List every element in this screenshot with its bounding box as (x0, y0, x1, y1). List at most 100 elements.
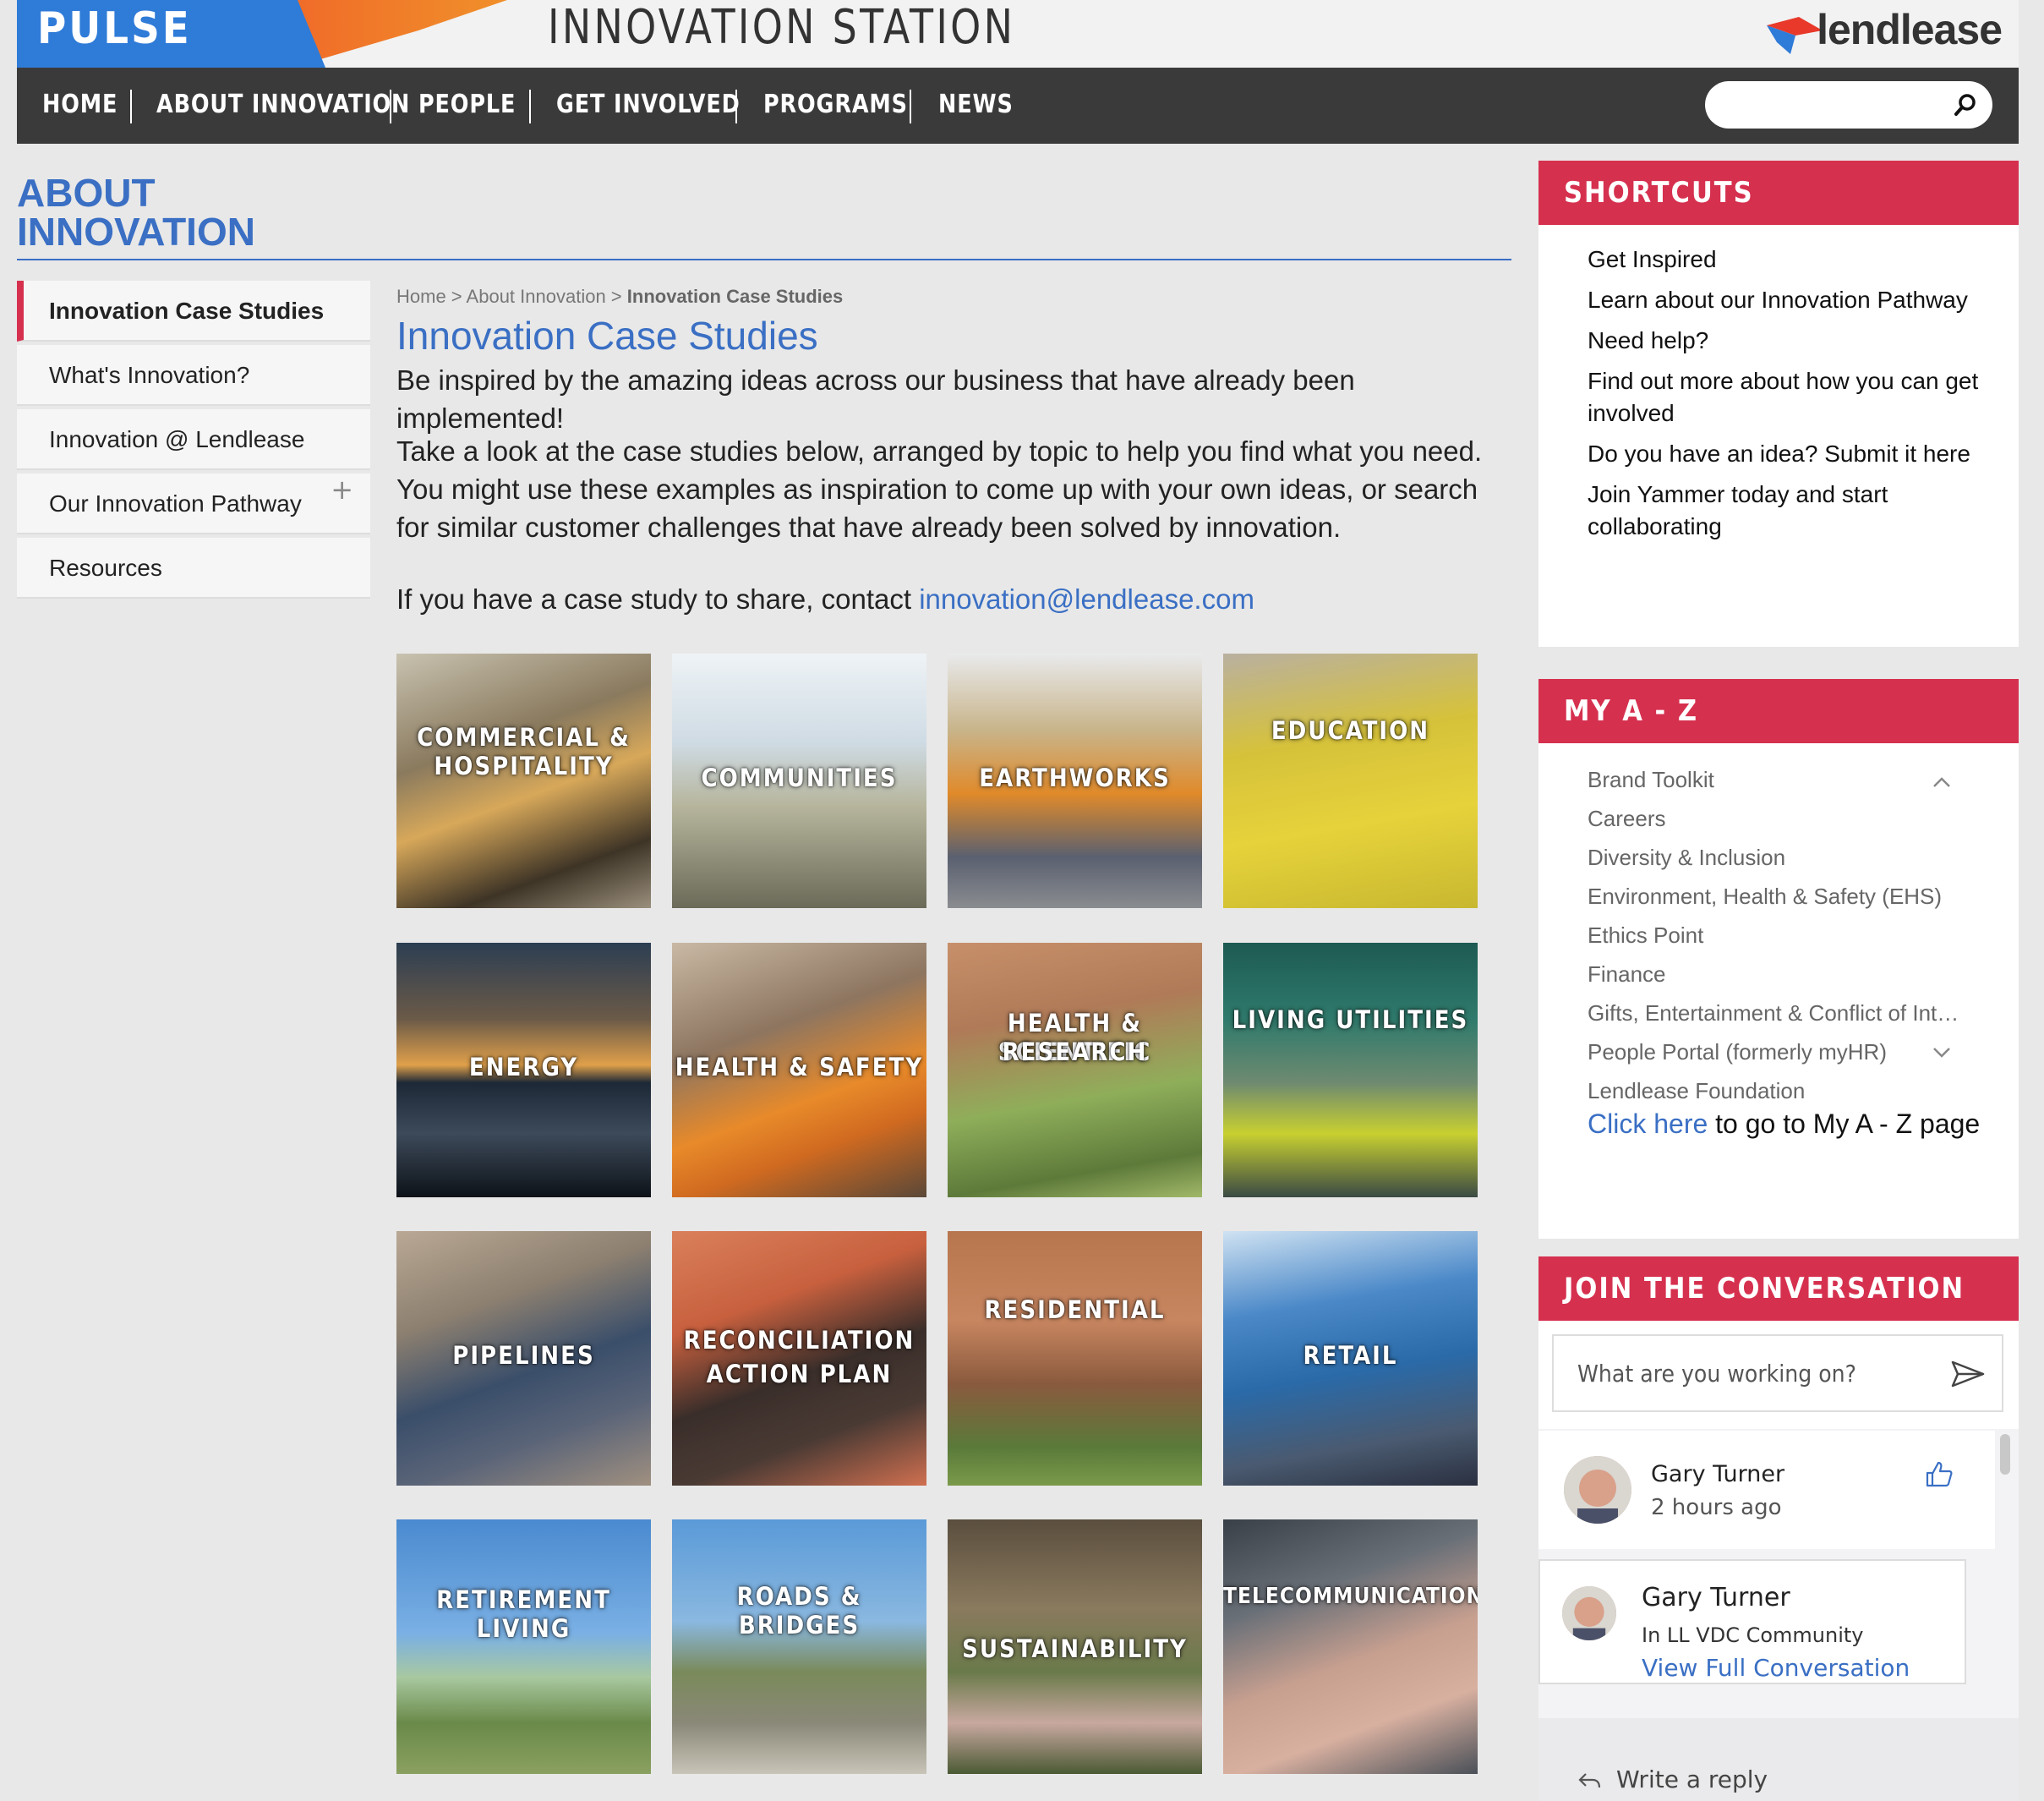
sidebar-item-label: Our Innovation Pathway (49, 490, 302, 517)
section-divider (17, 259, 1511, 260)
tile-label: SUSTAINABILITY (962, 1634, 1188, 1663)
breadcrumb-about[interactable]: About Innovation (467, 286, 606, 307)
left-sidebar-nav: Innovation Case Studies What's Innovatio… (17, 281, 370, 602)
tile-retirement-living[interactable]: RETIREMENT LIVING (396, 1519, 651, 1774)
post-author[interactable]: Gary Turner (1651, 1461, 1784, 1487)
tile-label: ACTION PLAN (706, 1360, 893, 1388)
a-z-item[interactable]: Lendlease Foundation (1538, 1071, 1995, 1110)
shortcut-get-inspired[interactable]: Get Inspired (1538, 244, 2019, 276)
a-z-page-link[interactable]: Click here (1588, 1109, 1708, 1139)
share-prefix: If you have a case study to share, conta… (396, 583, 920, 615)
nav-home[interactable]: HOME (42, 85, 118, 125)
nav-divider (735, 90, 737, 123)
tile-label: HEALTH & SAFETY (675, 1053, 924, 1081)
sidebar-item-resources[interactable]: Resources (17, 538, 370, 599)
tile-label: RETAIL (1303, 1341, 1398, 1370)
search-box[interactable] (1705, 81, 1992, 129)
scroll-down-chevron-icon[interactable] (1932, 1046, 1952, 1059)
nav-get-involved[interactable]: GET INVOLVED (556, 85, 741, 125)
shortcut-innovation-pathway[interactable]: Learn about our Innovation Pathway (1538, 284, 2019, 316)
shortcut-need-help[interactable]: Need help? (1538, 325, 2019, 357)
like-icon[interactable] (1924, 1459, 1954, 1488)
breadcrumb-home[interactable]: Home (396, 286, 446, 307)
shortcut-join-yammer[interactable]: Join Yammer today and start collaboratin… (1538, 479, 2019, 543)
sidebar-item-label: Resources (49, 555, 162, 581)
section-title-line2: INNOVATION (17, 210, 255, 254)
sidebar-item-innovation-pathway[interactable]: Our Innovation Pathway + (17, 474, 370, 534)
tile-energy[interactable]: ENERGY (396, 943, 651, 1197)
site-title[interactable]: INNOVATION STATION (548, 0, 1015, 55)
a-z-link-suffix: to go to My A - Z page (1708, 1109, 1981, 1139)
breadcrumb: Home > About Innovation > Innovation Cas… (396, 286, 843, 308)
expand-plus-icon[interactable]: + (331, 474, 353, 506)
nav-news[interactable]: NEWS (938, 85, 1014, 125)
a-z-item[interactable]: Gifts, Entertainment & Conflict of Int… (1538, 994, 1995, 1032)
a-z-list: Brand Toolkit Careers Diversity & Inclus… (1538, 743, 2019, 1110)
tile-reconciliation-action-plan[interactable]: RECONCILIATION ACTION PLAN (672, 1231, 926, 1486)
scrollbar-thumb[interactable] (2000, 1434, 2010, 1475)
search-input[interactable] (1722, 88, 1942, 122)
sidebar-item-label: What's Innovation? (49, 362, 250, 388)
tile-label: PIPELINES (452, 1341, 595, 1370)
tile-label: LIVING UTILITIES (1232, 1005, 1469, 1034)
tile-label: LIVING (476, 1614, 571, 1643)
tile-roads-bridges[interactable]: ROADS & BRIDGES (672, 1519, 926, 1774)
nav-programs[interactable]: PROGRAMS (763, 85, 908, 125)
tile-residential[interactable]: RESIDENTIAL (948, 1231, 1202, 1486)
tile-health-scientific-research[interactable]: HEALTH & SCIENTIFIC RESEARCH (948, 943, 1202, 1197)
tile-communities[interactable]: COMMUNITIES (672, 654, 926, 908)
tile-label: HOSPITALITY (434, 752, 614, 780)
sidebar-item-label: Innovation Case Studies (49, 298, 325, 324)
tile-health-safety[interactable]: HEALTH & SAFETY (672, 943, 926, 1197)
reply-bar[interactable]: Write a reply (1538, 1718, 2019, 1801)
page-title: Innovation Case Studies (396, 314, 818, 358)
tile-living-utilities[interactable]: LIVING UTILITIES (1223, 943, 1478, 1197)
card-author[interactable]: Gary Turner (1642, 1583, 1790, 1612)
conversation-card[interactable]: Gary Turner In LL VDC Community View Ful… (1538, 1559, 1966, 1684)
a-z-item[interactable]: Careers (1538, 799, 1995, 838)
a-z-item[interactable]: Environment, Health & Safety (EHS) (1538, 877, 1995, 916)
tile-education[interactable]: EDUCATION (1223, 654, 1478, 908)
email-link[interactable]: innovation@lendlease.com (919, 583, 1254, 615)
breadcrumb-current: Innovation Case Studies (626, 286, 844, 307)
a-z-item[interactable]: Brand Toolkit (1538, 760, 1995, 799)
write-reply-label: Write a reply (1616, 1765, 1768, 1793)
sidebar-item-whats-innovation[interactable]: What's Innovation? (17, 345, 370, 406)
scroll-up-chevron-icon[interactable] (1932, 775, 1952, 789)
tile-label: RECONCILIATION (683, 1326, 915, 1355)
main-nav: HOME ABOUT INNOVATION PEOPLE GET INVOLVE… (17, 68, 2019, 144)
sidebar-item-innovation-at-lendlease[interactable]: Innovation @ Lendlease (17, 409, 370, 470)
shortcuts-panel: SHORTCUTS Get Inspired Learn about our I… (1538, 161, 2019, 647)
a-z-item[interactable]: Finance (1538, 955, 1995, 994)
tile-earthworks[interactable]: EARTHWORKS (948, 654, 1202, 908)
tile-label: COMMUNITIES (701, 764, 898, 792)
nav-about-innovation[interactable]: ABOUT INNOVATION (156, 85, 410, 125)
conversation-input[interactable]: What are you working on? (1552, 1334, 2003, 1412)
tile-pipelines[interactable]: PIPELINES (396, 1231, 651, 1486)
card-community: In LL VDC Community (1642, 1623, 1864, 1647)
lendlease-logo[interactable]: lendlease (1765, 5, 2003, 59)
search-icon[interactable] (1952, 91, 1979, 118)
section-title-line1: ABOUT (17, 171, 156, 215)
post-item: Gary Turner 2 hours ago (1538, 1431, 1995, 1549)
a-z-item[interactable]: People Portal (formerly myHR) (1538, 1032, 1995, 1071)
nav-divider (390, 90, 391, 123)
send-icon[interactable] (1951, 1360, 1985, 1388)
tile-sustainability[interactable]: SUSTAINABILITY (948, 1519, 1202, 1774)
avatar[interactable] (1562, 1586, 1616, 1640)
shortcut-submit-idea[interactable]: Do you have an idea? Submit it here (1538, 438, 2019, 470)
breadcrumb-separator: > (605, 286, 627, 307)
a-z-item[interactable]: Ethics Point (1538, 916, 1995, 955)
a-z-item[interactable]: Diversity & Inclusion (1538, 838, 1995, 877)
breadcrumb-separator: > (445, 286, 467, 307)
pulse-label[interactable]: PULSE (37, 3, 192, 54)
conversation-panel: JOIN THE CONVERSATION What are you worki… (1538, 1256, 2019, 1801)
tile-retail[interactable]: RETAIL (1223, 1231, 1478, 1486)
view-full-conversation-link[interactable]: View Full Conversation (1642, 1654, 1910, 1682)
tile-commercial-hospitality[interactable]: COMMERCIAL & HOSPITALITY (396, 654, 651, 908)
tile-telecommunications[interactable]: TELECOMMUNICATIONS (1223, 1519, 1478, 1774)
avatar[interactable] (1564, 1456, 1631, 1524)
sidebar-item-innovation-case-studies[interactable]: Innovation Case Studies (17, 281, 370, 342)
nav-people[interactable]: PEOPLE (418, 85, 516, 125)
shortcut-get-involved[interactable]: Find out more about how you can get invo… (1538, 365, 2019, 430)
